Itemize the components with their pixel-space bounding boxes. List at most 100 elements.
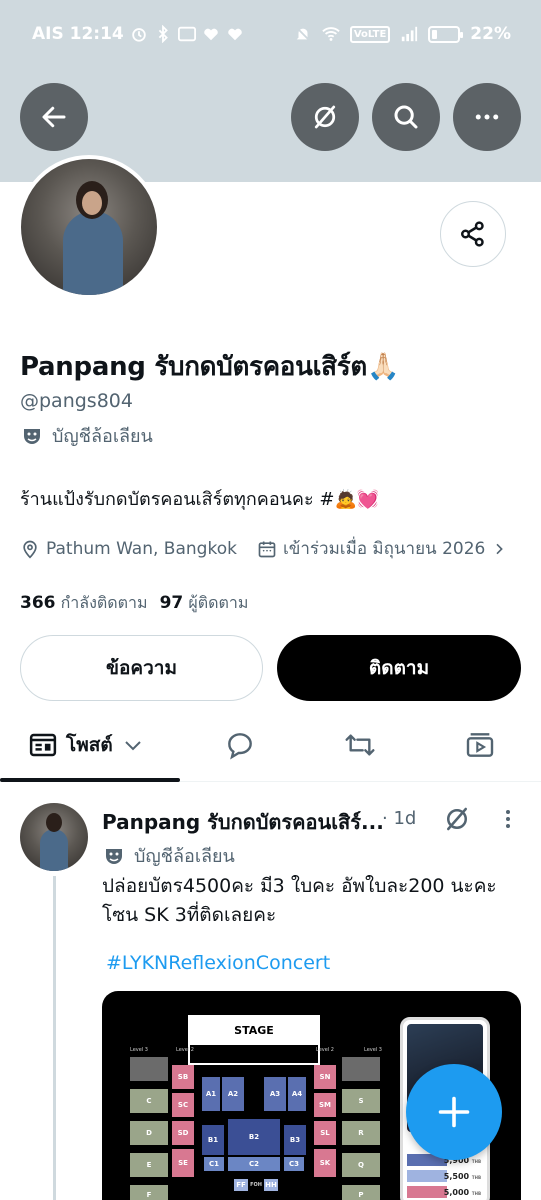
more-vertical-icon[interactable] xyxy=(496,806,520,832)
zone-c2: C2 xyxy=(228,1157,280,1171)
share-icon xyxy=(461,221,484,247)
signal-icon xyxy=(402,26,418,42)
avatar-figure-face xyxy=(82,191,102,215)
parody-label-row: บัญชีล้อเลียน xyxy=(22,421,153,450)
profile-handle: @pangs804 xyxy=(20,390,133,412)
mute-bell-icon xyxy=(295,26,311,42)
price-swatch xyxy=(407,1170,447,1182)
profile-avatar[interactable] xyxy=(17,155,161,299)
zone-sd: SD xyxy=(172,1121,194,1145)
post-avatar-figure-body xyxy=(40,829,68,871)
zone-sl: SL xyxy=(314,1121,336,1145)
posts-feed-icon xyxy=(29,733,57,757)
tab-posts-label: โพสต์ xyxy=(66,734,113,756)
profile-tabs: โพสต์ xyxy=(0,712,541,782)
message-button[interactable]: ข้อความ xyxy=(20,635,263,701)
alarm-icon xyxy=(132,28,146,42)
bluetooth-icon xyxy=(158,25,168,43)
reply-bubble-icon xyxy=(228,733,252,760)
zone-e: E xyxy=(130,1153,168,1177)
location-item: Pathum Wan, Bangkok xyxy=(20,539,237,559)
status-bar: AIS 12:14 VoLTE 22% xyxy=(0,0,541,70)
zone-ff: FF xyxy=(234,1179,248,1191)
joined-text: เข้าร่วมเมื่อ มิถุนายน 2026 xyxy=(282,539,486,559)
zone-a4: A4 xyxy=(288,1077,306,1111)
level-label: Level 3 xyxy=(130,1047,148,1053)
grok-button[interactable] xyxy=(291,83,359,151)
profile-meta: Pathum Wan, Bangkok เข้าร่วมเมื่อ มิถุนา… xyxy=(20,535,507,562)
profile-name: Panpang รับกดบัตรคอนเสิร์ต🙏🏻 xyxy=(20,352,400,382)
level-label: Level 2 xyxy=(176,1047,194,1053)
location-pin-icon xyxy=(23,540,37,559)
zone-f: F xyxy=(130,1185,168,1200)
location-text: Pathum Wan, Bangkok xyxy=(46,538,237,559)
calendar-icon xyxy=(258,541,276,557)
post-hashtag[interactable]: #LYKNReflexionConcert xyxy=(106,952,330,974)
level-label: Level 2 xyxy=(316,1047,334,1053)
price-unit: THB xyxy=(471,1191,481,1196)
followers-count: 97 xyxy=(159,593,184,613)
profile-bio: ร้านแป้งรับกดบัตรคอนเสิร์ตทุกคอนคะ #🙇💓 xyxy=(20,489,380,510)
video-media-icon xyxy=(466,733,494,757)
avatar-figure-body xyxy=(63,211,123,295)
zone-outer-right-top xyxy=(342,1057,380,1081)
zone-sb: SB xyxy=(172,1065,194,1089)
zone-s: S xyxy=(342,1089,380,1113)
more-button[interactable] xyxy=(453,83,521,151)
post-timestamp[interactable]: · 1d xyxy=(382,808,416,829)
arrow-left-icon xyxy=(42,106,66,128)
repost-icon xyxy=(345,734,375,756)
level-label: Level 3 xyxy=(364,1047,382,1053)
carrier-time: AIS 12:14 xyxy=(32,24,124,44)
zone-r: R xyxy=(342,1121,380,1145)
zone-c1: C1 xyxy=(204,1157,224,1171)
followers-label: ผู้ติดตาม xyxy=(188,593,249,612)
tab-replies[interactable] xyxy=(224,712,256,778)
share-button[interactable] xyxy=(440,201,506,267)
price-row: 5,000 THB xyxy=(444,1188,481,1197)
zone-c: C xyxy=(130,1089,168,1113)
price-row: 5,500 THB xyxy=(444,1172,481,1181)
plus-icon xyxy=(438,1096,470,1128)
search-icon xyxy=(394,105,418,129)
zone-q: Q xyxy=(342,1153,380,1177)
followers-stat[interactable]: 97 ผู้ติดตาม xyxy=(160,591,249,616)
volte-badge: VoLTE xyxy=(349,25,391,43)
price-value: 5,000 xyxy=(443,1188,470,1197)
joined-item[interactable]: เข้าร่วมเมื่อ มิถุนายน 2026 xyxy=(257,535,507,562)
status-bar-right: VoLTE 22% xyxy=(294,24,511,44)
follow-button[interactable]: ติดตาม xyxy=(277,635,521,701)
zone-a3: A3 xyxy=(264,1077,286,1111)
tab-reposts[interactable] xyxy=(344,712,376,778)
mask-icon xyxy=(24,428,40,444)
post-author-name[interactable]: Panpang รับกดบัตรคอนเสิร์... xyxy=(102,806,384,838)
zone-b1: B1 xyxy=(202,1125,224,1155)
tab-media[interactable] xyxy=(464,712,496,778)
zone-sk: SK xyxy=(314,1149,336,1177)
post-author-avatar[interactable] xyxy=(20,803,88,871)
thread-line xyxy=(53,876,56,1200)
zone-outer-left-top xyxy=(130,1057,168,1081)
more-horizontal-icon xyxy=(475,114,499,120)
compose-fab-button[interactable] xyxy=(406,1064,502,1160)
tab-active-indicator xyxy=(0,778,180,782)
grok-slash-icon[interactable] xyxy=(442,804,472,834)
back-button[interactable] xyxy=(20,83,88,151)
post-parody-row: บัญชีล้อเลียน xyxy=(104,841,235,870)
heart-app-icon-2 xyxy=(228,28,242,41)
post-parody-label: บัญชีล้อเลียน xyxy=(134,846,235,867)
price-unit: THB xyxy=(471,1175,481,1180)
news-app-icon xyxy=(177,26,196,42)
post-text: ปล่อยบัตร4500คะ มี3 ใบคะ อัพใบละ200 นะคะ… xyxy=(102,875,497,926)
following-stat[interactable]: 366 กำลังติดตาม xyxy=(20,591,148,616)
grok-slash-icon xyxy=(314,105,336,129)
heart-app-icon xyxy=(204,28,218,41)
chevron-down-icon xyxy=(124,741,141,751)
follow-stats: 366 กำลังติดตาม 97 ผู้ติดตาม xyxy=(20,591,248,616)
tab-posts[interactable]: โพสต์ xyxy=(28,712,145,778)
wifi-icon xyxy=(322,27,340,41)
zone-se: SE xyxy=(172,1149,194,1177)
search-button[interactable] xyxy=(372,83,440,151)
price-value: 5,500 xyxy=(443,1172,470,1181)
zone-a1: A1 xyxy=(202,1077,220,1111)
